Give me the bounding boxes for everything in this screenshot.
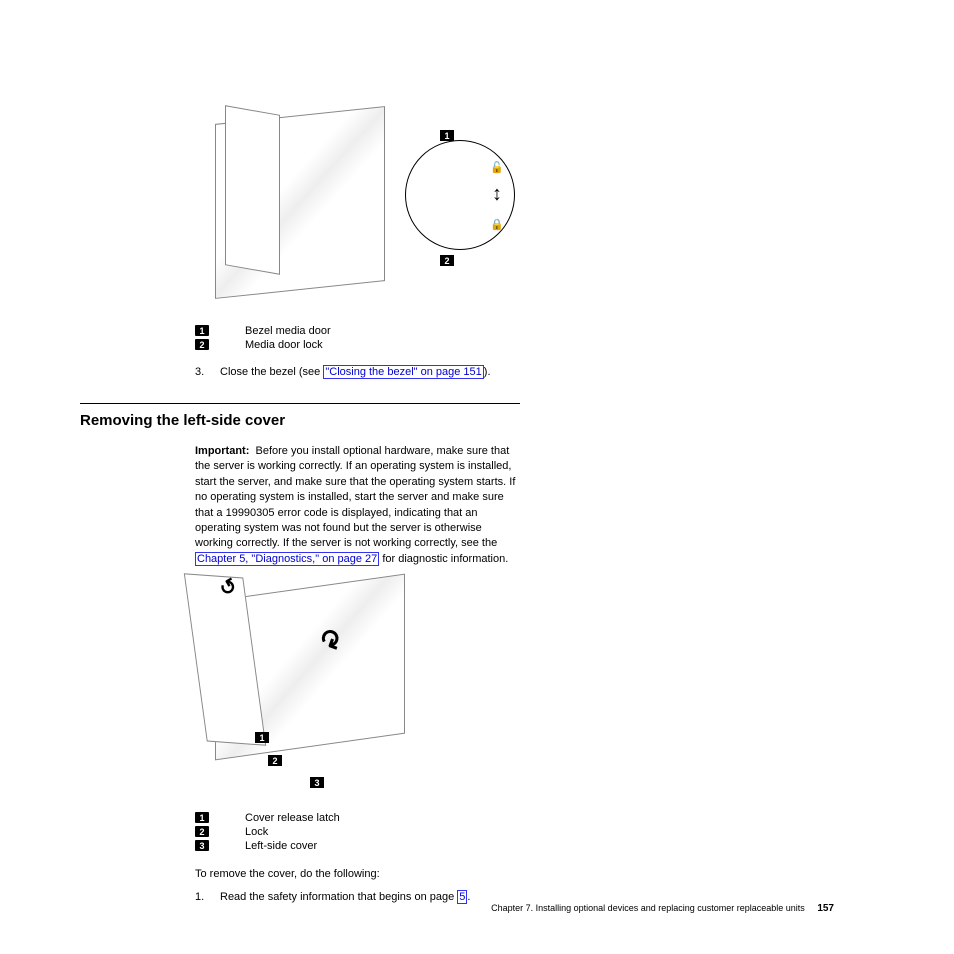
legend-label: Media door lock bbox=[245, 339, 520, 351]
legend-badge: 2 bbox=[195, 339, 209, 350]
legend-label: Lock bbox=[245, 826, 520, 838]
legend-badge: 1 bbox=[195, 812, 209, 823]
important-body-tail: for diagnostic information. bbox=[379, 553, 508, 565]
callout-legend-1: 1 Bezel media door 2 Media door lock bbox=[195, 325, 520, 351]
figure-callout-1: 1 bbox=[255, 732, 269, 743]
important-body: Before you install optional hardware, ma… bbox=[195, 445, 515, 549]
figure-left-side-cover: ↺ ↻ 1 2 3 bbox=[195, 577, 520, 797]
legend-badge: 2 bbox=[195, 826, 209, 837]
heading-removing-left-side-cover: Removing the left-side cover bbox=[80, 412, 520, 429]
step-text: . bbox=[467, 891, 470, 903]
important-note: Important: Before you install optional h… bbox=[195, 444, 520, 567]
figure-callout-2: 2 bbox=[268, 755, 282, 766]
step-text: Close the bezel (see bbox=[220, 366, 323, 378]
lock-icon: 🔒 bbox=[490, 218, 504, 231]
figure-bezel-media-door: 🔓 ↕ 🔒 1 2 bbox=[215, 100, 520, 310]
footer-chapter: Chapter 7. Installing optional devices a… bbox=[491, 903, 805, 913]
figure-callout-1: 1 bbox=[440, 130, 454, 141]
figure-callout-3: 3 bbox=[310, 777, 324, 788]
important-label: Important: bbox=[195, 445, 249, 457]
unlock-icon: 🔓 bbox=[490, 161, 504, 174]
footer-page-number: 157 bbox=[817, 903, 834, 914]
link-diagnostics-chapter[interactable]: Chapter 5, "Diagnostics," on page 27 bbox=[195, 552, 379, 566]
link-safety-page-5[interactable]: 5 bbox=[457, 890, 467, 904]
legend-label: Cover release latch bbox=[245, 812, 520, 824]
step-3-close-bezel: 3. Close the bezel (see "Closing the bez… bbox=[195, 366, 520, 378]
legend-label: Left-side cover bbox=[245, 840, 520, 852]
intro-remove-cover: To remove the cover, do the following: bbox=[195, 867, 520, 882]
legend-badge: 3 bbox=[195, 840, 209, 851]
arrow-updown-icon: ↕ bbox=[492, 183, 502, 206]
link-closing-bezel[interactable]: "Closing the bezel" on page 151 bbox=[323, 365, 483, 379]
page-footer: Chapter 7. Installing optional devices a… bbox=[491, 903, 834, 914]
step-text: ). bbox=[484, 366, 491, 378]
legend-label: Bezel media door bbox=[245, 325, 520, 337]
section-divider bbox=[80, 403, 520, 404]
step-text: Read the safety information that begins … bbox=[220, 891, 457, 903]
legend-badge: 1 bbox=[195, 325, 209, 336]
step-number: 3. bbox=[195, 366, 210, 378]
step-1-read-safety: 1. Read the safety information that begi… bbox=[195, 891, 520, 903]
step-number: 1. bbox=[195, 891, 210, 903]
figure-callout-2: 2 bbox=[440, 255, 454, 266]
callout-legend-2: 1 Cover release latch 2 Lock 3 Left-side… bbox=[195, 812, 520, 852]
